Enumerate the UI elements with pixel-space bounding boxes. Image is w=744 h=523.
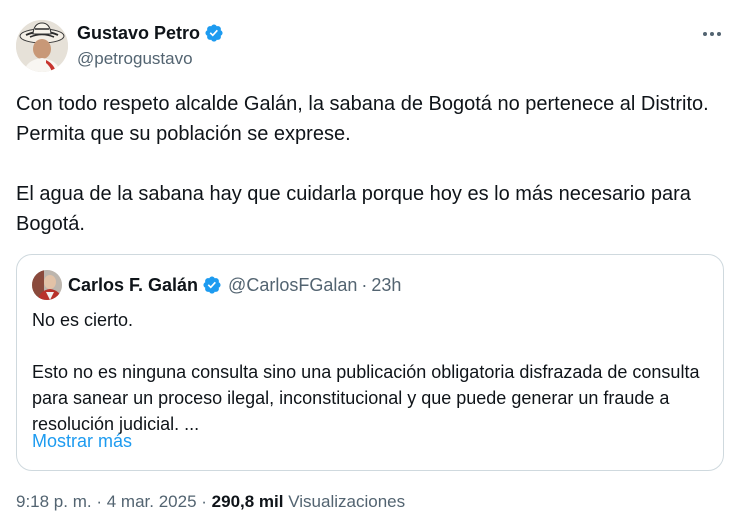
verified-badge-icon bbox=[202, 275, 222, 295]
quoted-paragraph: Esto no es ninguna consulta sino una pub… bbox=[32, 362, 700, 434]
quoted-text: No es cierto. Esto no es ninguna consult… bbox=[32, 307, 708, 437]
tweet-paragraph: El agua de la sabana hay que cuidarla po… bbox=[16, 183, 691, 235]
meta-separator: · bbox=[96, 492, 103, 511]
more-dot bbox=[703, 32, 707, 36]
author-block: Gustavo Petro @petrogustavo bbox=[77, 22, 224, 71]
tweet-paragraph: Con todo respeto alcalde Galán, la saban… bbox=[16, 93, 709, 145]
views-label: Visualizaciones bbox=[288, 492, 406, 511]
quoted-separator: · bbox=[361, 274, 368, 295]
quoted-author-avatar[interactable] bbox=[32, 270, 62, 300]
author-name-row: Gustavo Petro bbox=[77, 22, 224, 44]
quoted-paragraph: No es cierto. bbox=[32, 310, 134, 330]
tweet-text: Con todo respeto alcalde Galán, la saban… bbox=[16, 89, 728, 239]
tweet-meta: 9:18 p. m. · 4 mar. 2025 · 290,8 mil Vis… bbox=[16, 492, 405, 512]
more-dot bbox=[710, 32, 714, 36]
verified-badge-icon[interactable] bbox=[204, 23, 224, 43]
more-horizontal-icon[interactable] bbox=[700, 24, 724, 44]
views-count: 290,8 mil bbox=[211, 492, 284, 511]
meta-separator: · bbox=[201, 492, 207, 511]
more-dot bbox=[717, 32, 721, 36]
author-handle[interactable]: @petrogustavo bbox=[77, 49, 224, 71]
author-name[interactable]: Gustavo Petro bbox=[77, 23, 200, 44]
author-avatar[interactable] bbox=[16, 20, 68, 72]
tweet: Gustavo Petro @petrogustavo Con todo res… bbox=[0, 0, 744, 523]
tweet-date[interactable]: 4 mar. 2025 bbox=[107, 492, 197, 511]
quoted-timestamp: 23h bbox=[371, 274, 402, 295]
quoted-author-name: Carlos F. Galán bbox=[68, 274, 199, 295]
quoted-header: Carlos F. Galán @CarlosFGalan · 23h bbox=[32, 270, 401, 300]
quoted-author-handle: @CarlosFGalan bbox=[228, 274, 358, 295]
tweet-time[interactable]: 9:18 p. m. bbox=[16, 492, 92, 511]
show-more-link[interactable]: Mostrar más bbox=[32, 431, 132, 452]
quoted-tweet[interactable]: Carlos F. Galán @CarlosFGalan · 23h No e… bbox=[16, 254, 724, 471]
